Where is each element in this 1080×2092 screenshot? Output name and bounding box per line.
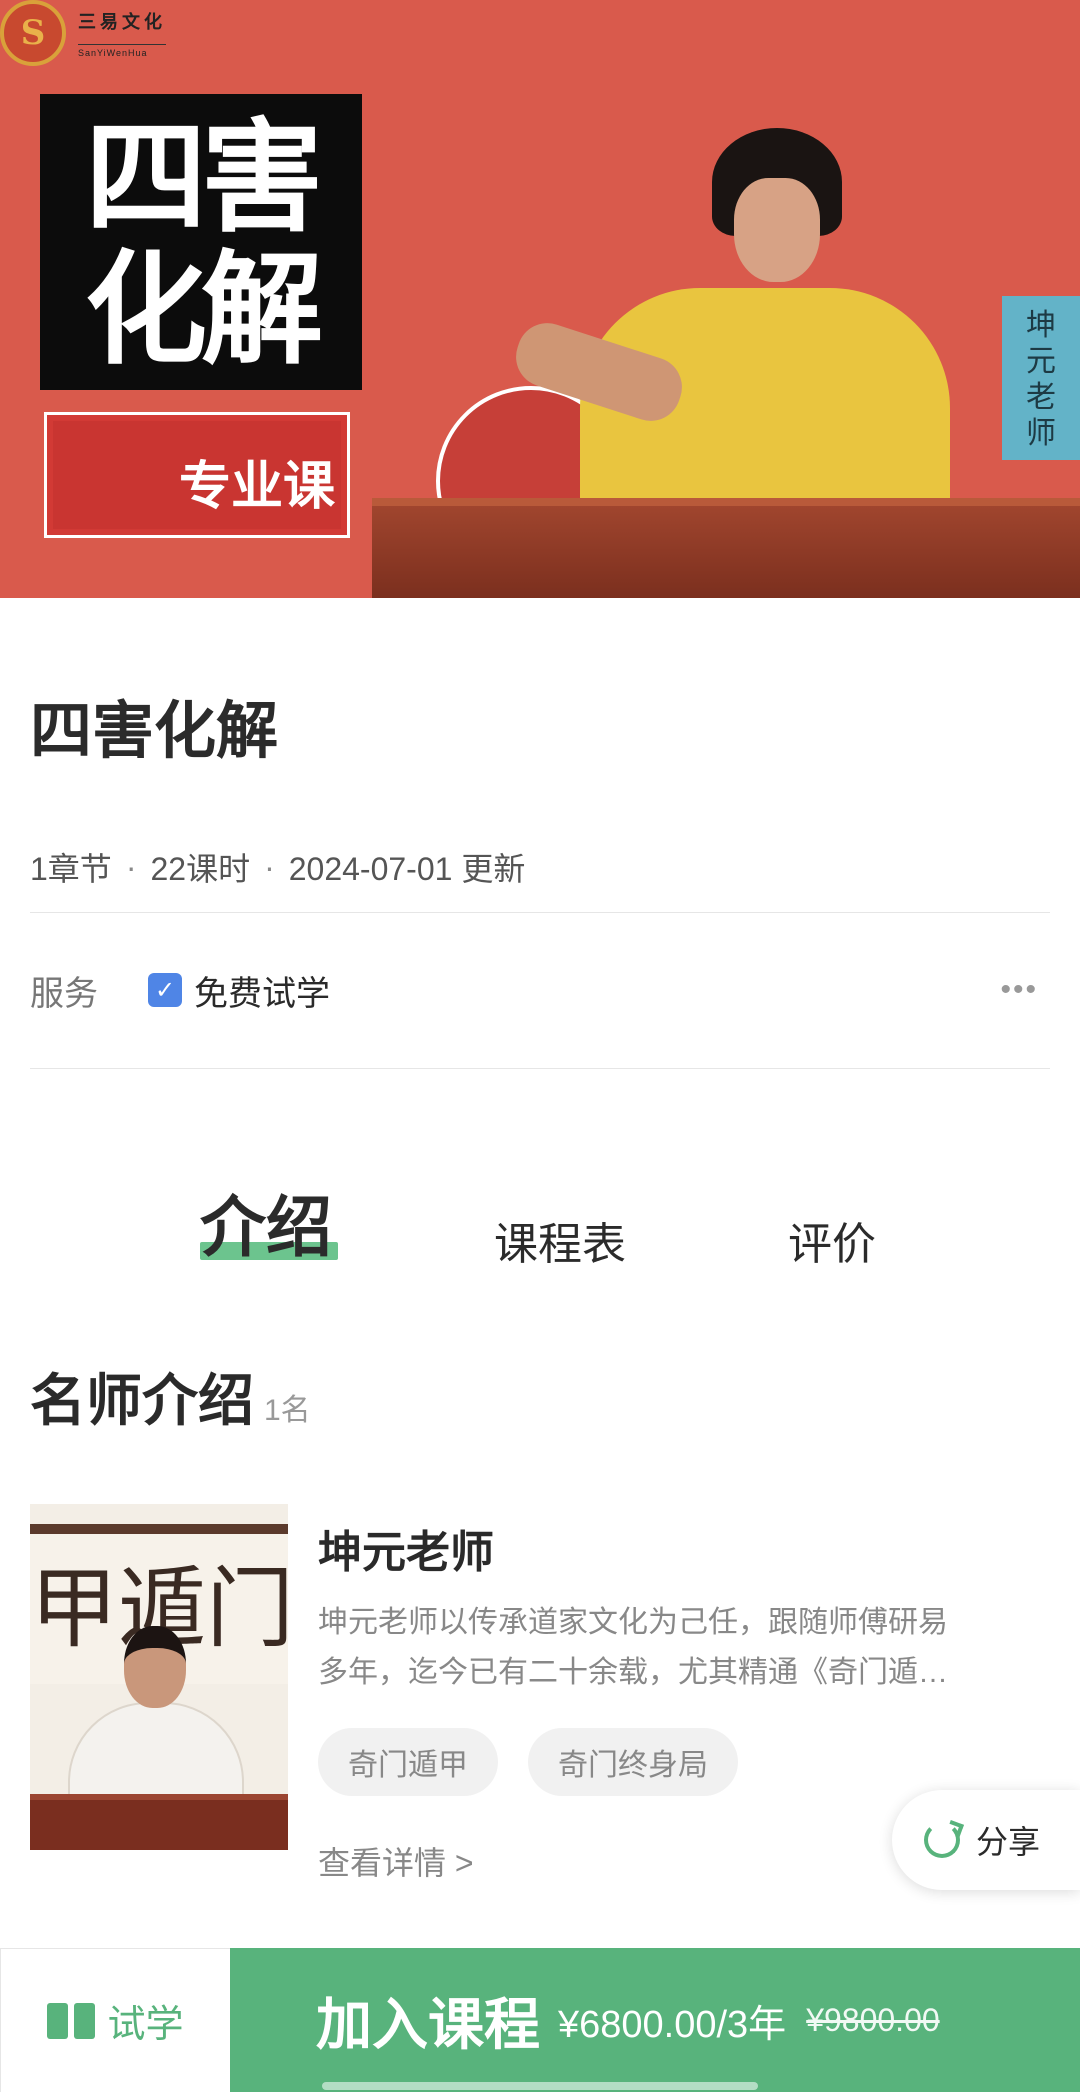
trial-label: 试学 bbox=[107, 2004, 184, 2046]
checkmark-icon: ✓ bbox=[148, 973, 182, 1007]
banner-desk bbox=[372, 498, 1080, 598]
teacher-card[interactable]: 甲遁门奇 坤元老师 坤元老师以传承道家文化为己任，跟随师傅研易 多年，迄今已有二… bbox=[30, 1504, 1050, 1881]
teacher-description: 坤元老师以传承道家文化为己任，跟随师傅研易 多年，迄今已有二十余载，尤其精通《奇… bbox=[318, 1598, 1048, 1698]
join-course-label: 加入课程 bbox=[316, 1992, 540, 2058]
banner-title-line1: 四害 bbox=[85, 107, 323, 249]
banner-teacher-name-tag: 坤 元 老 师 bbox=[1002, 296, 1080, 460]
course-meta: 1章节 · 22课时 · 2024-07-01 更新 bbox=[30, 844, 525, 890]
teacher-avatar[interactable]: 甲遁门奇 bbox=[30, 1504, 288, 1850]
course-tabs: 介绍 课程表 评价 bbox=[0, 1180, 1080, 1270]
course-banner: S 三易文化 SanYiWenHua 四害 化解 专业课 坤 元 老 师 bbox=[0, 0, 1080, 598]
teacher-tag[interactable]: 奇门终身局 bbox=[528, 1728, 738, 1796]
logo-emblem-icon: S bbox=[0, 0, 66, 66]
teacher-tag[interactable]: 奇门遁甲 bbox=[318, 1728, 498, 1796]
home-indicator bbox=[322, 2082, 758, 2090]
course-title: 四害化解 bbox=[30, 694, 279, 767]
share-button[interactable]: 分享 bbox=[892, 1790, 1080, 1890]
update-date: 2024-07-01 更新 bbox=[288, 851, 526, 887]
logo-chinese-text: 三易文化 bbox=[78, 12, 166, 33]
service-row[interactable]: 服务 ✓ 免费试学 ••• bbox=[30, 962, 1050, 1018]
share-icon bbox=[924, 1822, 960, 1858]
teachers-section-title: 名师介绍 1名 bbox=[30, 1356, 311, 1437]
meta-separator: · bbox=[264, 848, 275, 885]
bottom-action-bar: 试学 加入课程 ¥6800.00/3年 ¥9800.00 bbox=[0, 1948, 1080, 2092]
banner-badge-label: 专业课 bbox=[178, 457, 335, 517]
original-price: ¥9800.00 bbox=[806, 2001, 940, 2038]
course-price: ¥6800.00/3年 bbox=[558, 2003, 787, 2046]
service-label: 服务 bbox=[30, 974, 98, 1013]
free-trial-service: 免费试学 bbox=[194, 974, 330, 1013]
teacher-description-line: 多年，迄今已有二十余载，尤其精通《奇门遁… bbox=[318, 1656, 948, 1689]
lesson-count: 22课时 bbox=[150, 851, 251, 887]
divider bbox=[30, 912, 1050, 913]
brand-logo: S 三易文化 SanYiWenHua bbox=[0, 0, 166, 66]
divider bbox=[30, 1068, 1050, 1069]
logo-english-text: SanYiWenHua bbox=[78, 44, 166, 58]
banner-badge-box: 专业课 bbox=[44, 412, 350, 538]
tab-reviews[interactable]: 评价 bbox=[788, 1208, 876, 1272]
trial-button[interactable]: 试学 bbox=[0, 1948, 230, 2092]
book-icon bbox=[47, 2002, 96, 2039]
tab-intro[interactable]: 介绍 bbox=[200, 1174, 332, 1270]
view-details-link[interactable]: 查看详情 > bbox=[318, 1838, 474, 1884]
teacher-tags: 奇门遁甲 奇门终身局 bbox=[318, 1728, 768, 1796]
banner-title-box: 四害 化解 bbox=[40, 94, 362, 390]
join-course-button[interactable]: 加入课程 ¥6800.00/3年 ¥9800.00 bbox=[230, 1948, 1080, 2092]
banner-teacher-photo bbox=[508, 128, 960, 528]
more-icon[interactable]: ••• bbox=[1000, 973, 1038, 1007]
share-label: 分享 bbox=[976, 1824, 1041, 1860]
banner-title-line2: 化解 bbox=[85, 239, 323, 381]
teacher-description-line: 坤元老师以传承道家文化为己任，跟随师傅研易 bbox=[318, 1606, 948, 1639]
section-heading: 名师介绍 bbox=[30, 1369, 254, 1434]
teacher-name: 坤元老师 bbox=[318, 1527, 494, 1578]
teacher-count: 1名 bbox=[264, 1394, 311, 1427]
meta-separator: · bbox=[125, 848, 137, 885]
tab-schedule[interactable]: 课程表 bbox=[494, 1208, 626, 1272]
chapter-count: 1章节 bbox=[30, 851, 112, 887]
